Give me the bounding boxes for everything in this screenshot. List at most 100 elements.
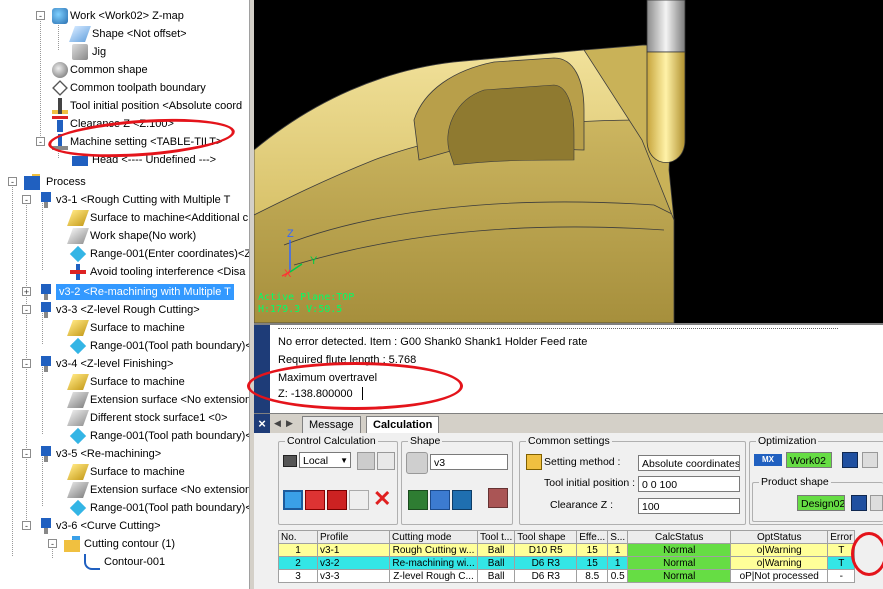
cell-tool-type: Ball [476,543,516,557]
cell-no: 2 [278,556,318,570]
shape-tool-2-button[interactable] [430,490,450,510]
close-panel-button[interactable]: × [254,414,270,434]
play-calc-button[interactable] [283,490,303,510]
cell-calc-status: Normal [627,543,732,557]
cell-calc-status: Normal [627,569,732,583]
tree-item[interactable]: Work shape(No work) [0,227,249,245]
col-header[interactable]: Error [827,530,856,544]
process-table: No. Profile Cutting mode Tool t... Tool … [278,530,856,583]
tree-item[interactable]: - Process [0,173,249,191]
tree-item[interactable]: Surface to machine [0,373,249,391]
tree-item[interactable]: Range-001(Tool path boundary)< [0,427,249,445]
tab-prev-arrow-icon[interactable]: ◀ [274,418,281,429]
tree-item[interactable]: Range-001(Enter coordinates)<Z [0,245,249,263]
tree-item[interactable]: Surface to machine [0,463,249,481]
tree-item[interactable]: - Work <Work02> Z-map [0,7,249,25]
tree-item[interactable]: - v3-4 <Z-level Finishing> [0,355,249,373]
product-shape-open-button[interactable] [851,495,867,511]
tree-item[interactable]: Common toolpath boundary [0,79,249,97]
col-header[interactable]: Tool shape [514,530,578,544]
product-shape-view-button[interactable] [870,495,883,511]
process-tree[interactable]: - Work <Work02> Z-map Shape <Not offset> Ji… [0,0,249,589]
collapse-icon[interactable]: - [48,539,57,549]
col-header[interactable]: Effe... [576,530,609,544]
tab-calculation[interactable]: Calculation [366,416,440,433]
col-header[interactable]: S... [607,530,629,544]
table-row[interactable]: 3 v3-3 Z-level Rough C... Ball D6 R3 8.5… [278,569,856,583]
collapse-icon[interactable]: - [36,11,45,21]
tree-item[interactable]: - v3-3 <Z-level Rough Cutting> [0,301,249,319]
tree-item[interactable]: Clearance Z <Z:100> [0,115,249,133]
calc-mode-select[interactable]: Local ▼ [299,452,351,468]
optimization-open-button[interactable] [842,452,858,468]
cell-cutting-mode: Re-machining wi... [389,556,478,570]
tree-item[interactable]: Jig [0,43,249,61]
optimization-view-button[interactable] [862,452,878,468]
tree-item[interactable]: - v3-1 <Rough Cutting with Multiple T [0,191,249,209]
cancel-calc-icon[interactable]: ✕ [373,486,391,512]
table-row[interactable]: 2 v3-2 Re-machining wi... Ball D6 R3 15 … [278,556,856,570]
3d-viewport[interactable]: Z X Y Active Plane:TOP H:179.3 V:50.5 [254,0,883,323]
collapse-icon[interactable]: - [22,449,31,459]
expand-icon[interactable]: + [22,287,31,297]
message-line: No error detected. Item : G00 Shank0 Sha… [278,336,588,348]
collapse-icon[interactable]: - [22,195,31,205]
tree-item[interactable]: + v3-2 <Re-machining with Multiple T [0,283,249,301]
shape-input[interactable]: v3 [430,454,508,470]
cell-tool-shape: D10 R5 [514,543,578,557]
message-partial-line [278,322,838,329]
collapse-icon[interactable]: - [36,137,45,147]
tree-item[interactable]: - v3-5 <Re-machining> [0,445,249,463]
cell-no: 1 [278,543,318,557]
calc-selected-button[interactable] [305,490,325,510]
tree-item[interactable]: Extension surface <No extension [0,481,249,499]
shape-group: Shape v3 [401,435,513,525]
col-header[interactable]: CalcStatus [627,530,732,544]
col-header[interactable]: Profile [317,530,390,544]
cell-error: - [827,569,856,583]
tree-item[interactable]: Avoid tooling interference <Disa [0,263,249,281]
collapse-icon[interactable]: - [8,177,17,187]
tree-item[interactable]: Shape <Not offset> [0,25,249,43]
calc-list-button[interactable] [377,452,395,470]
tool-position-icon [52,98,68,114]
tree-item[interactable]: Common shape [0,61,249,79]
collapse-icon[interactable]: - [22,521,31,531]
tab-message[interactable]: Message [302,416,361,434]
tree-item[interactable]: Extension surface <No extension [0,391,249,409]
tree-item[interactable]: Surface to machine [0,319,249,337]
collapse-icon[interactable]: - [22,359,31,369]
tree-item[interactable]: Range-001(Tool path boundary)< [0,337,249,355]
tree-item[interactable]: - v3-6 <Curve Cutting> [0,517,249,535]
tree-item[interactable]: - Cutting contour (1) [0,535,249,553]
tool-icon [38,302,54,318]
table-row[interactable]: 1 v3-1 Rough Cutting w... Ball D10 R5 15… [278,543,856,557]
setting-method-value[interactable]: Absolute coordinates [638,455,740,471]
calc-all-button[interactable] [327,490,347,510]
product-shape-value[interactable]: Design02 [797,495,845,511]
tab-next-arrow-icon[interactable]: ▶ [286,418,293,429]
tree-item[interactable]: Contour-001 [0,553,249,571]
col-header[interactable]: OptStatus [730,530,829,544]
clearance-z-value[interactable]: 100 [638,498,740,514]
collapse-icon[interactable]: - [22,305,31,315]
optimization-work-value[interactable]: Work02 [786,452,832,468]
tool-initial-position-value[interactable]: 0 0 100 [638,476,740,492]
tree-item[interactable]: Range-001(Tool path boundary)< [0,499,249,517]
tree-item[interactable]: Different stock surface1 <0> [0,409,249,427]
tree-item[interactable]: - Machine setting <TABLE-TILT> [0,133,249,151]
cell-error: T [827,556,856,570]
tool-initial-position-label: Tool initial position : [544,477,636,489]
tree-item[interactable]: Head <---- Undefined ---> [0,151,249,169]
tree-item[interactable]: Tool initial position <Absolute coord [0,97,249,115]
tree-item[interactable]: Surface to machine<Additional c [0,209,249,227]
shape-tool-4-button[interactable] [488,488,508,508]
shape-tool-3-button[interactable] [452,490,472,510]
calc-settings-button[interactable] [357,452,375,470]
col-header[interactable]: Cutting mode [389,530,478,544]
shape-tool-1-button[interactable] [408,490,428,510]
col-header[interactable]: No. [278,530,318,544]
step-calc-button[interactable] [349,490,369,510]
tree-item-label: Shape <Not offset> [92,28,187,40]
col-header[interactable]: Tool t... [476,530,516,544]
